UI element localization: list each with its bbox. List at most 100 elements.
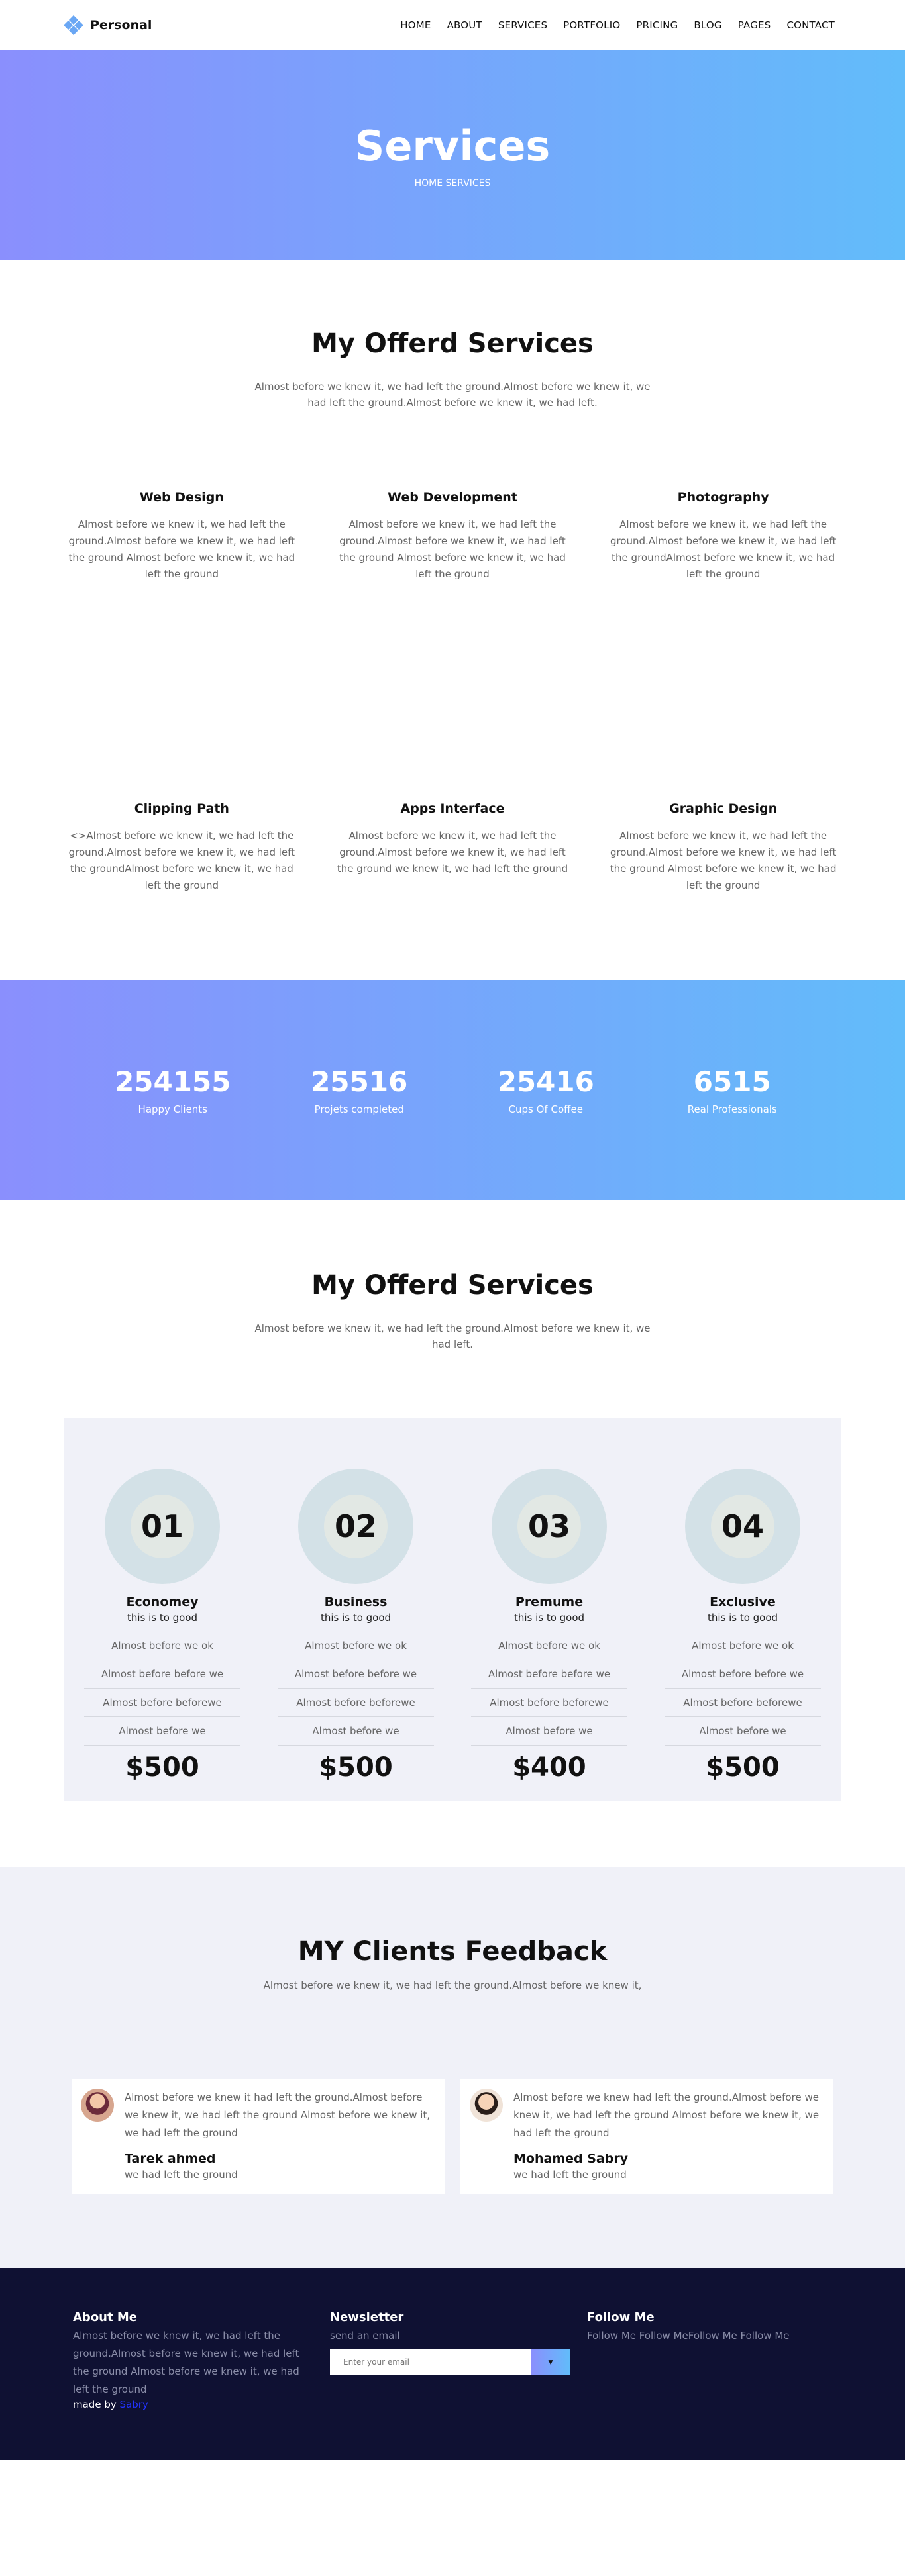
brand-name: Personal (90, 18, 152, 32)
service-item: Web Development Almost before we knew it… (335, 490, 570, 583)
plan-tagline: this is to good (127, 1612, 198, 1624)
service-text: Almost before we knew it, we had left th… (339, 519, 566, 580)
counter-label: Projets completed (314, 1103, 404, 1115)
service-title: Graphic Design (669, 801, 778, 816)
testimonial-role: we had left the ground (513, 2169, 627, 2181)
breadcrumb[interactable]: HOME SERVICES (415, 178, 491, 189)
counter-value: 6515 (693, 1065, 771, 1098)
plan-features: Almost before we ok Almost before before… (84, 1632, 240, 1746)
feedback-section: MY Clients Feedback Almost before we kne… (0, 1867, 905, 2268)
testimonial-role: we had left the ground (125, 2169, 238, 2181)
service-text: Almost before we knew it, we had left th… (68, 519, 295, 580)
navbar: Personal HOME ABOUT SERVICES PORTFOLIO P… (0, 0, 905, 50)
arrow-down-icon: ▼ (547, 2357, 555, 2367)
service-text: Almost before we knew it, we had left th… (610, 830, 837, 891)
menu-item-services[interactable]: SERVICES (498, 19, 547, 31)
plan-tagline: this is to good (513, 1612, 585, 1624)
plan-price: $500 (125, 1752, 199, 1783)
plan-feature: Almost before before we (665, 1660, 821, 1689)
plan-feature: Almost before beforewe (471, 1689, 627, 1717)
hero-banner: Services HOME SERVICES (0, 50, 905, 260)
plan-feature: Almost before we (471, 1717, 627, 1746)
service-title: Web Design (139, 490, 224, 505)
plan-tagline: this is to good (707, 1612, 778, 1624)
plan-name: Premume (515, 1595, 584, 1609)
email-input[interactable] (330, 2349, 532, 2375)
plan-badge: 03 (492, 1469, 607, 1584)
follow-links[interactable]: Follow Me Follow MeFollow Me Follow Me (587, 2327, 827, 2345)
counter-value: 25516 (311, 1065, 408, 1098)
footer-about-text: Almost before we knew it, we had left th… (73, 2330, 299, 2395)
service-item: Photography Almost before we knew it, we… (606, 490, 841, 583)
plan-number: 02 (324, 1495, 388, 1558)
plan-feature: Almost before beforewe (278, 1689, 434, 1717)
services-section: My Offerd Services Almost before we knew… (0, 260, 905, 980)
service-item: Clipping Path <>Almost before we knew it… (64, 801, 299, 894)
plan-card[interactable]: 03 Premume this is to good Almost before… (471, 1469, 627, 1783)
plan-feature: Almost before beforewe (665, 1689, 821, 1717)
plan-feature: Almost before before we (278, 1660, 434, 1689)
counter-professionals: 6515 Real Professionals (656, 1065, 808, 1115)
menu-item-contact[interactable]: CONTACT (786, 19, 835, 31)
menu-item-about[interactable]: ABOUT (447, 19, 482, 31)
made-by-label: made by (73, 2399, 117, 2410)
counter-label: Real Professionals (687, 1103, 777, 1115)
testimonial-card: Almost before we knew it had left the gr… (72, 2079, 445, 2194)
plan-card[interactable]: 04 Exclusive this is to good Almost befo… (665, 1469, 821, 1783)
counter-label: Happy Clients (138, 1103, 207, 1115)
services-subtitle: Almost before we knew it, we had left th… (254, 381, 651, 409)
menu-item-pages[interactable]: PAGES (738, 19, 771, 31)
plan-feature: Almost before beforewe (84, 1689, 240, 1717)
made-by: made by Sabry (73, 2399, 313, 2410)
subscribe-button[interactable]: ▼ (531, 2349, 570, 2375)
plan-number: 03 (517, 1495, 581, 1558)
plan-price: $400 (512, 1752, 586, 1783)
newsletter-text: send an email (330, 2330, 400, 2342)
author-link[interactable]: Sabry (120, 2399, 148, 2410)
menu-item-blog[interactable]: BLOG (694, 19, 721, 31)
counter-coffee: 25416 Cups Of Coffee (470, 1065, 622, 1115)
feedback-grid: Almost before we knew it had left the gr… (72, 2079, 833, 2194)
plan-feature: Almost before we (278, 1717, 434, 1746)
avatar (81, 2089, 114, 2122)
footer-about-title: About Me (73, 2310, 137, 2324)
testimonial-text: Almost before we knew had left the groun… (513, 2091, 820, 2139)
plan-card[interactable]: 02 Business this is to good Almost befor… (278, 1469, 434, 1783)
plan-badge: 04 (685, 1469, 800, 1584)
plan-number: 01 (131, 1495, 194, 1558)
menu-item-portfolio[interactable]: PORTFOLIO (563, 19, 620, 31)
plan-feature: Almost before we (84, 1717, 240, 1746)
footer-follow: Follow Me Follow Me Follow MeFollow Me F… (587, 2310, 827, 2460)
counter-value: 25416 (497, 1065, 594, 1098)
plan-feature: Almost before we ok (665, 1632, 821, 1660)
service-item: Apps Interface Almost before we knew it,… (335, 801, 570, 894)
plan-feature: Almost before we ok (278, 1632, 434, 1660)
plan-feature: Almost before we (665, 1717, 821, 1746)
pricing-section: My Offerd Services Almost before we knew… (0, 1200, 905, 1867)
service-title: Clipping Path (134, 801, 229, 816)
plan-card[interactable]: 01 Economey this is to good Almost befor… (84, 1469, 240, 1783)
pricing-subtitle: Almost before we knew it, we had left th… (254, 1322, 651, 1350)
menu-item-home[interactable]: HOME (400, 19, 431, 31)
footer-about: About Me Almost before we knew it, we ha… (73, 2310, 313, 2460)
plan-feature: Almost before before we (471, 1660, 627, 1689)
plan-number: 04 (711, 1495, 774, 1558)
service-item: Graphic Design Almost before we knew it,… (606, 801, 841, 894)
logo-icon (63, 15, 84, 36)
pricing-title: My Offerd Services (311, 1270, 594, 1301)
follow-title: Follow Me (587, 2310, 655, 2324)
menu-item-pricing[interactable]: PRICING (636, 19, 678, 31)
counter-projects: 25516 Projets completed (283, 1065, 435, 1115)
avatar (470, 2089, 503, 2122)
footer-newsletter: Newsletter send an email ▼ (330, 2310, 570, 2460)
brand[interactable]: Personal (63, 15, 152, 36)
plan-badge: 01 (105, 1469, 220, 1584)
footer: About Me Almost before we knew it, we ha… (0, 2268, 905, 2460)
plan-feature: Almost before we ok (471, 1632, 627, 1660)
plan-price: $500 (319, 1752, 393, 1783)
plan-features: Almost before we ok Almost before before… (471, 1632, 627, 1746)
service-text: Almost before we knew it, we had left th… (610, 519, 837, 580)
plan-name: Business (324, 1595, 388, 1609)
feedback-subtitle: Almost before we knew it, we had left th… (263, 1979, 642, 1991)
counter-happy-clients: 254155 Happy Clients (97, 1065, 249, 1115)
